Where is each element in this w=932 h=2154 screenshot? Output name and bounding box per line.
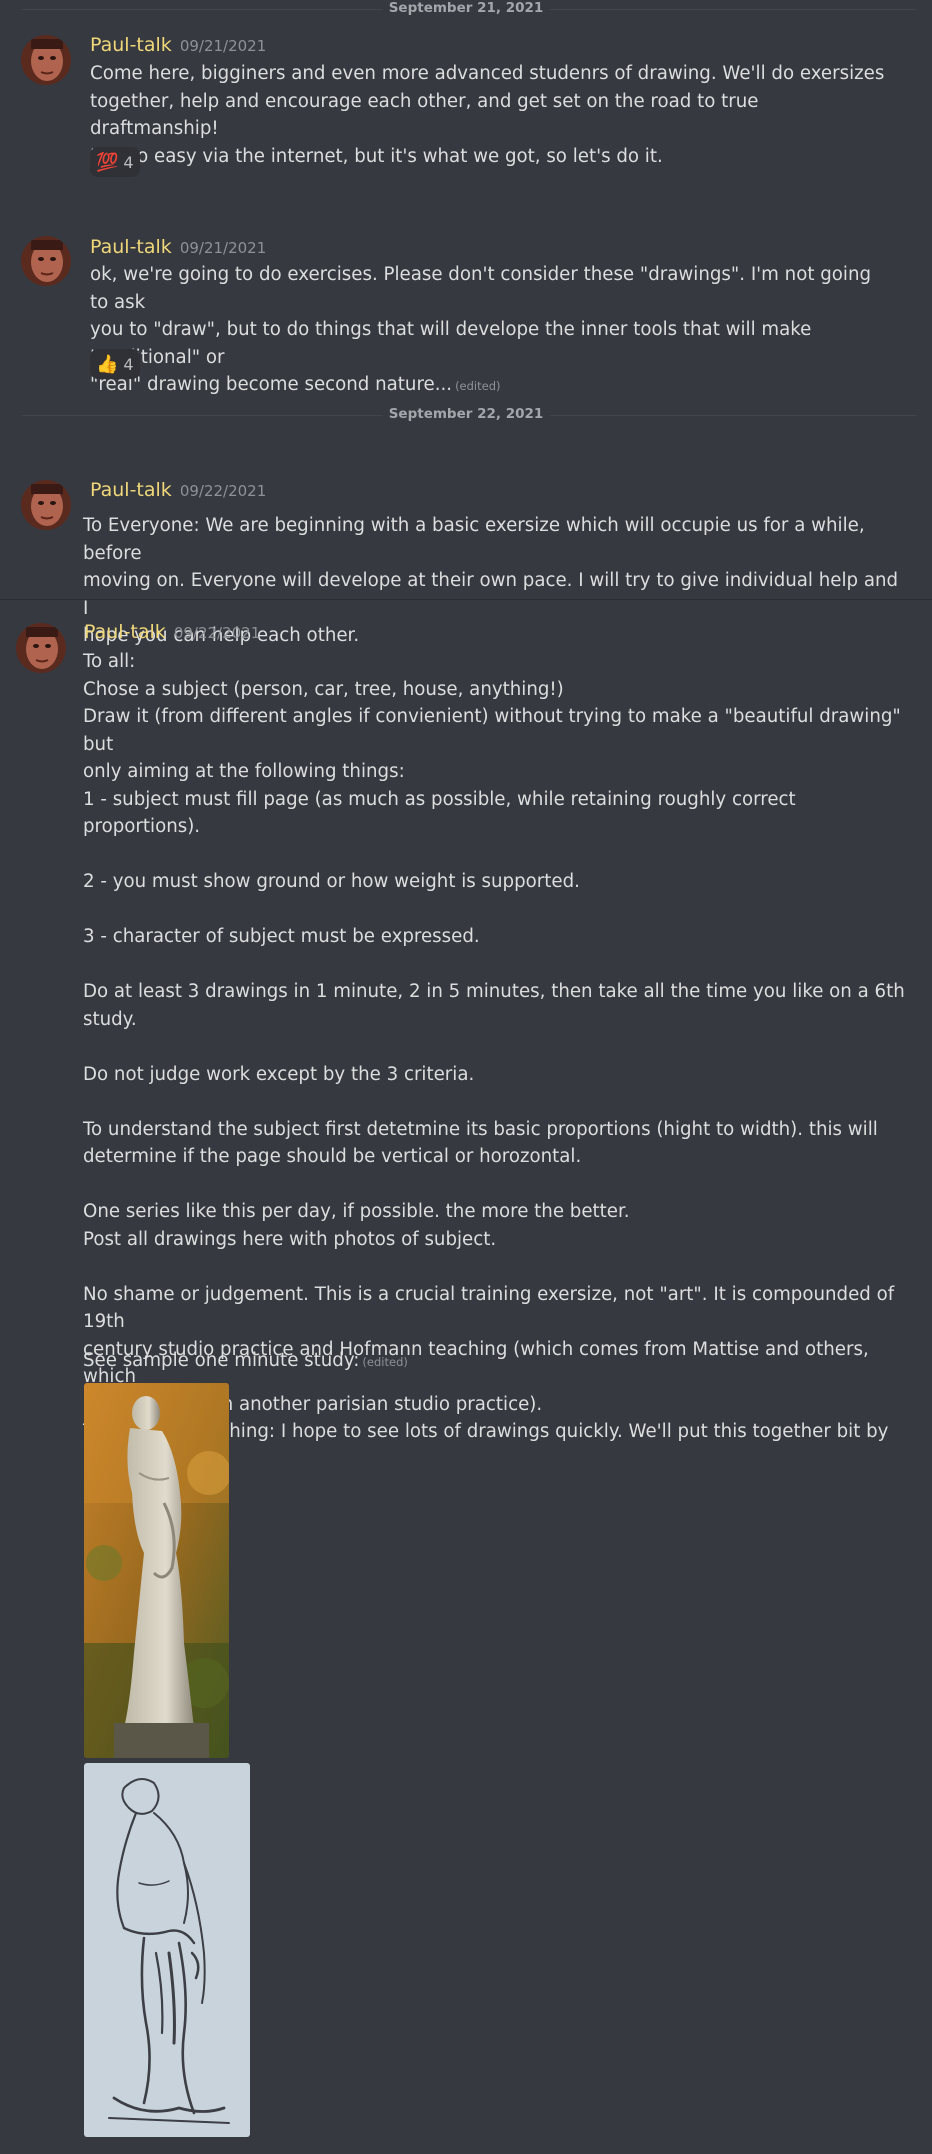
message-line: "real" drawing become second nature...: [90, 374, 453, 395]
timestamp: 09/21/2021: [179, 239, 267, 257]
message-header: Paul-talk 09/22/2021: [84, 621, 260, 643]
message-content: Come here, bigginers and even more advan…: [90, 60, 890, 170]
message-line: [83, 896, 913, 924]
date-divider-label: September 21, 2021: [382, 0, 550, 16]
message-line: [83, 1171, 913, 1199]
message-line: To Everyone: We are beginning with a bas…: [83, 515, 865, 564]
message-line: [83, 1033, 913, 1061]
message-line: Not so easy via the internet, but it's w…: [90, 145, 663, 167]
date-divider-label: September 22, 2021: [382, 406, 550, 422]
message-line: determine if the page should be vertical…: [83, 1146, 582, 1167]
timestamp: 09/21/2021: [179, 37, 267, 55]
message-line: Do at least 3 drawings in 1 minute, 2 in…: [83, 981, 905, 1030]
message-line: Post all drawings here with photos of su…: [83, 1228, 497, 1250]
avatar[interactable]: [21, 480, 71, 530]
message-separator: [0, 599, 932, 600]
message-line: together, help and encourage each other,…: [90, 90, 759, 140]
message-line: See sample one minute study:: [83, 1350, 360, 1371]
message-line: ok, we're going to do exercises. Please …: [90, 264, 872, 313]
message-content: ok, we're going to do exercises. Please …: [90, 261, 890, 401]
message-line: moving on. Everyone will develope at the…: [83, 570, 899, 619]
thumbs-up-icon: 👍: [96, 353, 119, 375]
edited-label: (edited): [362, 1355, 408, 1369]
message-header: Paul-talk 09/21/2021: [90, 34, 266, 56]
message-line: Do not judge work except by the 3 criter…: [83, 1063, 475, 1085]
reaction-button[interactable]: 💯 4: [90, 147, 140, 177]
message-line: [83, 951, 913, 979]
avatar[interactable]: [16, 623, 66, 673]
avatar[interactable]: [21, 35, 71, 85]
reaction-button[interactable]: 👍 4: [90, 349, 140, 379]
message-line: [83, 841, 913, 869]
author-name[interactable]: Paul-talk: [90, 479, 172, 501]
reaction-count: 4: [123, 354, 134, 374]
author-name[interactable]: Paul-talk: [84, 621, 166, 643]
reaction-count: 4: [123, 152, 134, 172]
statue-photo-attachment[interactable]: [84, 1383, 229, 1758]
sketch-image-attachment[interactable]: [84, 1763, 250, 2137]
hundred-points-icon: 💯: [96, 151, 119, 173]
message-line: 2 - you must show ground or how weight i…: [83, 871, 580, 892]
message-followup: See sample one minute study: (edited): [83, 1347, 913, 1377]
author-name[interactable]: Paul-talk: [90, 34, 172, 56]
message-line: To all:: [83, 651, 136, 672]
message-line: To understand the subject first detetmin…: [83, 1118, 878, 1140]
message-line: only aiming at the following things:: [83, 761, 405, 782]
message-line: Come here, bigginers and even more advan…: [90, 63, 885, 84]
message-line: 3 - character of subject must be express…: [83, 926, 480, 947]
message-header: Paul-talk 09/22/2021: [90, 479, 266, 501]
message-line: you to "draw", but to do things that wil…: [90, 319, 812, 368]
edited-label: (edited): [455, 379, 501, 393]
timestamp: 09/22/2021: [179, 482, 267, 500]
message-line: 1 - subject must fill page (as much as p…: [83, 788, 796, 838]
message-header: Paul-talk 09/21/2021: [90, 236, 266, 258]
message-line: One series like this per day, if possibl…: [83, 1201, 630, 1222]
message-line: Chose a subject (person, car, tree, hous…: [83, 678, 564, 700]
timestamp: 09/22/2021: [173, 624, 261, 642]
message-line: No shame or judgement. This is a crucial…: [83, 1283, 895, 1333]
message-line: [83, 1253, 913, 1281]
message-line: Draw it (from different angles if convie…: [83, 706, 901, 755]
message-line: [83, 1088, 913, 1116]
avatar[interactable]: [21, 236, 71, 286]
author-name[interactable]: Paul-talk: [90, 236, 172, 258]
